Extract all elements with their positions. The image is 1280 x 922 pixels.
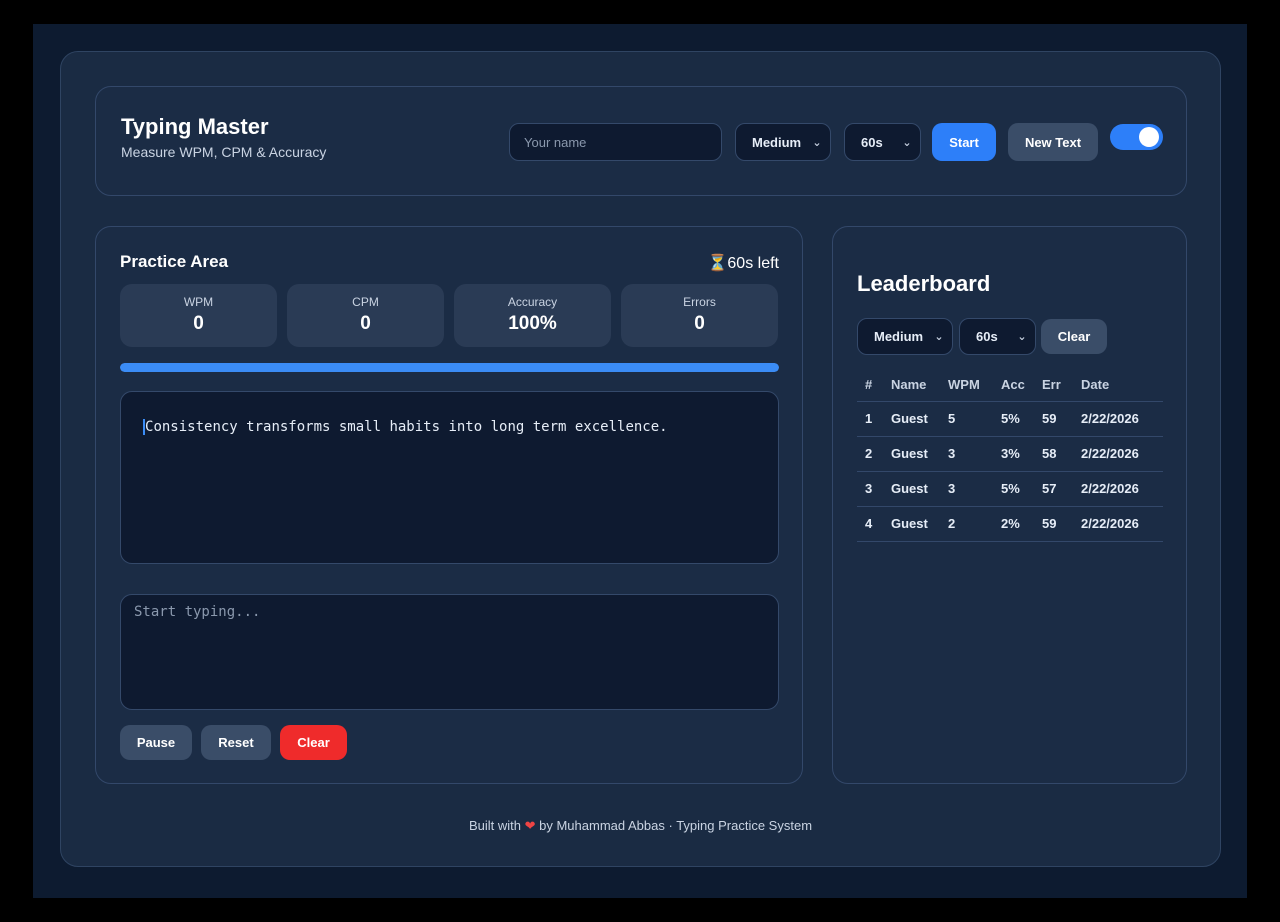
duration-select[interactable]: 60s ⌄ xyxy=(844,123,921,161)
progress-bar xyxy=(120,363,779,372)
timer-text: 60s left xyxy=(727,255,779,272)
table-cell: 3 xyxy=(857,471,883,507)
duration-select-value: 60s xyxy=(861,134,883,150)
leaderboard-difficulty-select[interactable]: Medium ⌄ xyxy=(857,318,953,355)
stat-errors: Errors 0 xyxy=(621,284,778,347)
table-cell: 59 xyxy=(1034,401,1073,437)
leaderboard-clear-button[interactable]: Clear xyxy=(1041,319,1107,354)
difficulty-select-value: Medium xyxy=(752,134,802,150)
leaderboard-title: Leaderboard xyxy=(857,271,991,296)
chevron-down-icon: ⌄ xyxy=(934,331,944,343)
timer: ⏳60s left xyxy=(707,253,779,273)
table-cell: 5% xyxy=(993,401,1034,437)
table-header-row: # Name WPM Acc Err Date xyxy=(857,369,1163,402)
column-header: Name xyxy=(883,369,940,402)
practice-card: Practice Area ⏳60s left WPM 0 CPM 0 Accu… xyxy=(95,226,803,784)
table-cell: Guest xyxy=(883,436,940,472)
table-cell: Guest xyxy=(883,471,940,507)
stat-wpm: WPM 0 xyxy=(120,284,277,347)
table-cell: Guest xyxy=(883,506,940,542)
stat-accuracy: Accuracy 100% xyxy=(454,284,611,347)
table-row: 1 Guest 5 5% 59 2/22/2026 xyxy=(857,401,1163,437)
table-cell: 2/22/2026 xyxy=(1073,471,1163,507)
heart-icon: ❤ xyxy=(524,818,536,833)
table-cell: 3% xyxy=(993,436,1034,472)
table-cell: 4 xyxy=(857,506,883,542)
table-cell: 58 xyxy=(1034,436,1073,472)
target-text-rest: onsistency transforms small habits into … xyxy=(153,419,668,435)
footer-prefix: Built with xyxy=(468,818,521,833)
start-button[interactable]: Start xyxy=(932,123,996,161)
table-cell: 1 xyxy=(857,401,883,437)
table-row: 3 Guest 3 5% 57 2/22/2026 xyxy=(857,471,1163,507)
stat-value: 100% xyxy=(508,313,557,334)
text-cursor-char: C xyxy=(143,419,154,435)
footer: Built with ❤ by Muhammad Abbas · Typing … xyxy=(61,818,1220,834)
toggle-knob xyxy=(1139,127,1159,147)
stat-label: Errors xyxy=(683,295,716,309)
column-header: Date xyxy=(1073,369,1163,402)
table-cell: 5% xyxy=(993,471,1034,507)
stat-cpm: CPM 0 xyxy=(287,284,444,347)
stat-value: 0 xyxy=(193,313,204,334)
table-cell: 2/22/2026 xyxy=(1073,506,1163,542)
leaderboard-difficulty-value: Medium xyxy=(874,329,924,344)
app-title: Typing Master xyxy=(121,114,269,139)
column-header: # xyxy=(857,369,883,402)
table-cell: 2/22/2026 xyxy=(1073,436,1163,472)
target-text-box: Consistency transforms small habits into… xyxy=(120,391,779,564)
difficulty-select[interactable]: Medium ⌄ xyxy=(735,123,831,161)
app-subtitle: Measure WPM, CPM & Accuracy xyxy=(121,144,327,160)
footer-suffix: by Muhammad Abbas · Typing Practice Syst… xyxy=(539,818,813,833)
table-cell: 3 xyxy=(940,471,993,507)
stat-label: WPM xyxy=(183,295,214,309)
table-cell: 57 xyxy=(1034,471,1073,507)
stat-value: 0 xyxy=(694,313,705,334)
app-container: Typing Master Measure WPM, CPM & Accurac… xyxy=(60,51,1221,867)
leaderboard-duration-select[interactable]: 60s ⌄ xyxy=(959,318,1036,355)
table-cell: 2% xyxy=(993,506,1034,542)
table-cell: 2/22/2026 xyxy=(1073,401,1163,437)
table-cell: 5 xyxy=(940,401,993,437)
stat-label: CPM xyxy=(352,295,379,309)
target-text: Consistency transforms small habits into… xyxy=(143,419,668,435)
stat-label: Accuracy xyxy=(507,295,558,309)
table-cell: 59 xyxy=(1034,506,1073,542)
reset-button[interactable]: Reset xyxy=(201,725,271,760)
chevron-down-icon: ⌄ xyxy=(1017,331,1027,343)
leaderboard-card: Leaderboard Medium ⌄ 60s ⌄ Clear # Name … xyxy=(832,226,1187,784)
leaderboard-table: # Name WPM Acc Err Date 1 Guest 5 5% 59 xyxy=(857,369,1163,542)
column-header: WPM xyxy=(940,369,993,402)
leaderboard-duration-value: 60s xyxy=(976,329,998,344)
new-text-button[interactable]: New Text xyxy=(1008,123,1098,161)
table-row: 4 Guest 2 2% 59 2/22/2026 xyxy=(857,506,1163,542)
chevron-down-icon: ⌄ xyxy=(902,136,912,149)
table-cell: 3 xyxy=(940,436,993,472)
column-header: Err xyxy=(1034,369,1073,402)
hourglass-icon: ⏳ xyxy=(707,255,728,272)
screen-frame: Typing Master Measure WPM, CPM & Accurac… xyxy=(33,24,1247,898)
practice-title: Practice Area xyxy=(120,252,229,271)
clear-typing-button[interactable]: Clear xyxy=(280,725,347,760)
table-cell: 2 xyxy=(857,436,883,472)
progress-fill xyxy=(120,363,779,372)
pause-button[interactable]: Pause xyxy=(120,725,192,760)
typing-input[interactable] xyxy=(120,594,779,710)
name-input[interactable] xyxy=(509,123,722,161)
table-row: 2 Guest 3 3% 58 2/22/2026 xyxy=(857,436,1163,472)
table-cell: Guest xyxy=(883,401,940,437)
header-card: Typing Master Measure WPM, CPM & Accurac… xyxy=(95,86,1187,196)
column-header: Acc xyxy=(993,369,1034,402)
theme-toggle[interactable] xyxy=(1110,124,1163,150)
table-cell: 2 xyxy=(940,506,993,542)
stat-value: 0 xyxy=(360,313,371,334)
chevron-down-icon: ⌄ xyxy=(812,136,822,149)
